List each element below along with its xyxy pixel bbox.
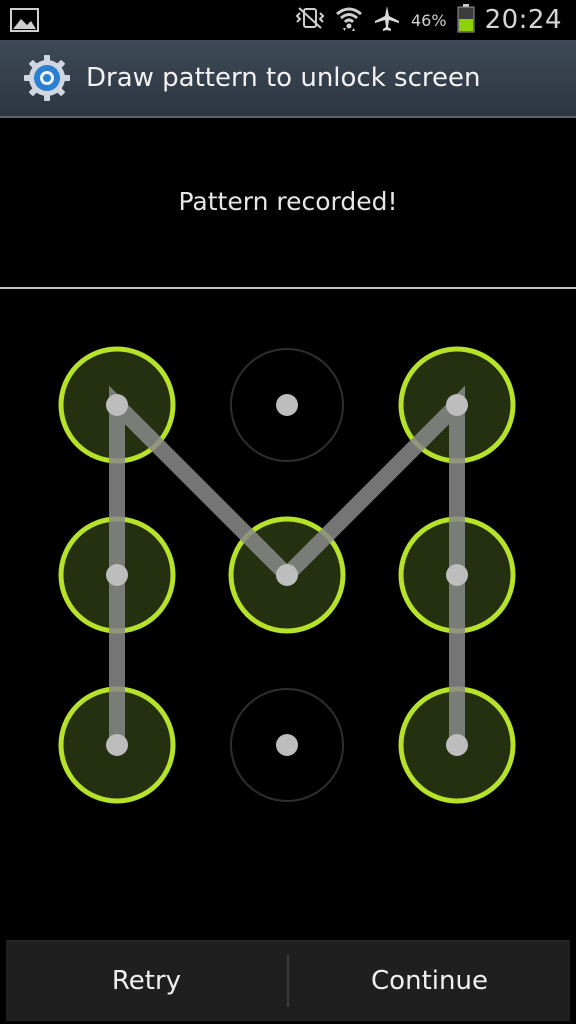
- airplane-mode-icon: [373, 4, 401, 36]
- clock: 20:24: [484, 5, 562, 35]
- pattern-node-dot: [106, 394, 128, 416]
- settings-gear-icon: [22, 53, 72, 103]
- header-area: Pattern recorded!: [0, 118, 576, 288]
- pattern-node-dot: [446, 394, 468, 416]
- pattern-node-dot: [106, 564, 128, 586]
- status-message: Pattern recorded!: [178, 186, 398, 216]
- pattern-node-dot: [446, 734, 468, 756]
- gallery-notification-icon: [10, 6, 40, 34]
- page-title: Draw pattern to unlock screen: [86, 63, 481, 93]
- battery-icon: [457, 3, 475, 37]
- screen: 46% 20:24 Draw pattern to unlock screen …: [0, 0, 576, 1024]
- pattern-node-dot: [276, 394, 298, 416]
- vibrate-icon: [295, 6, 325, 34]
- pattern-node-dot: [446, 564, 468, 586]
- battery-percent: 46%: [411, 10, 447, 30]
- status-bar: 46% 20:24: [0, 0, 576, 40]
- divider: [0, 287, 576, 289]
- continue-button[interactable]: Continue: [289, 941, 570, 1021]
- pattern-lock-grid[interactable]: [0, 290, 576, 910]
- title-bar: Draw pattern to unlock screen: [0, 40, 576, 118]
- pattern-node-dot: [276, 564, 298, 586]
- retry-button[interactable]: Retry: [6, 941, 287, 1021]
- button-bar: Retry Continue: [6, 940, 570, 1021]
- pattern-node-dot: [276, 734, 298, 756]
- pattern-node-dot: [106, 734, 128, 756]
- wifi-icon: [335, 4, 363, 36]
